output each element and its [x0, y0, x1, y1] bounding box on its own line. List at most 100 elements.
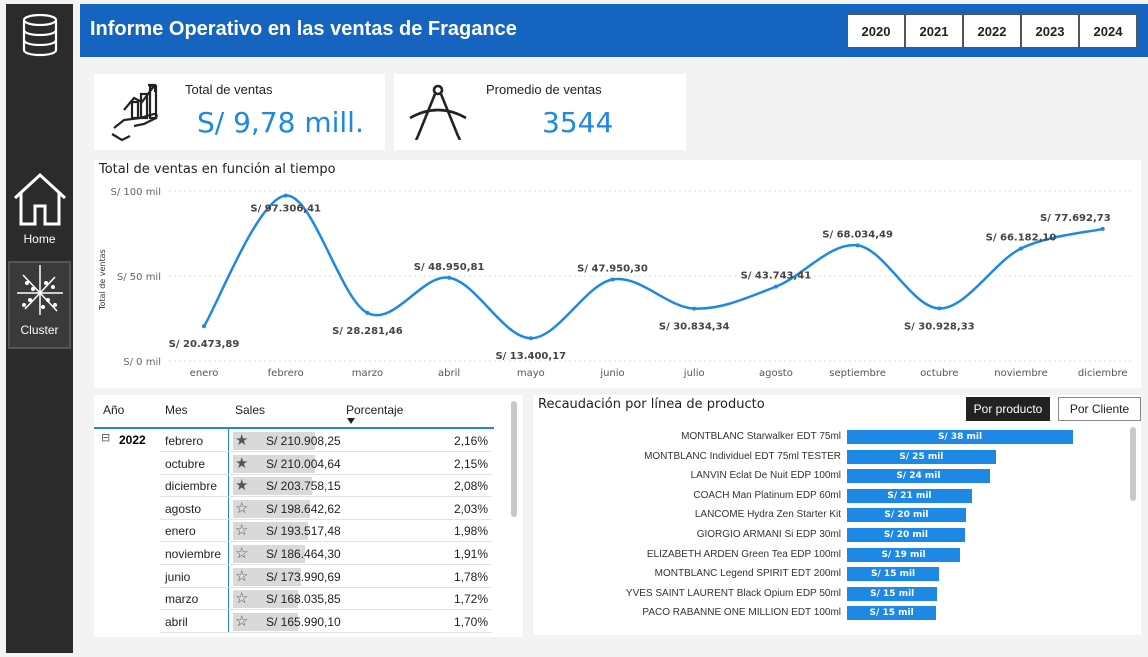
x-tick-label: noviembre	[994, 368, 1047, 379]
percentage-cell: 2,03%	[453, 501, 488, 516]
header-divider	[94, 427, 494, 429]
y-tick-label: S/ 0 mil	[123, 357, 161, 368]
page-title: Informe Operativo en las ventas de Fraga…	[90, 18, 517, 40]
x-tick-label: julio	[683, 368, 705, 379]
percentage-cell: 1,78%	[453, 569, 488, 584]
table-row[interactable]: marzo ☆ S/ 168.035,85 1,72%	[160, 588, 492, 611]
table-row[interactable]: diciembre ★ S/ 203.758,15 2,08%	[160, 475, 492, 498]
product-label: LANCOME Hydra Zen Starter Kit	[694, 509, 841, 521]
year-group-label: 2022	[119, 433, 146, 447]
sales-cell: S/ 210.908,25	[266, 434, 341, 448]
data-point[interactable]	[447, 275, 452, 280]
year-button-2022[interactable]: 2022	[963, 14, 1021, 48]
table-row[interactable]: octubre ★ S/ 210.004,64 2,15%	[160, 453, 492, 475]
bar-chart-title: Recaudación por línea de producto	[538, 397, 765, 412]
x-tick-label: octubre	[920, 368, 958, 379]
y-tick-label: S/ 100 mil	[111, 187, 161, 198]
sales-cell: S/ 168.035,85	[266, 592, 341, 607]
data-point[interactable]	[855, 243, 860, 248]
sidebar-item-label: Cluster	[20, 323, 59, 337]
toggle-by-product-button[interactable]: Por producto	[966, 397, 1050, 421]
table-row[interactable]: agosto ☆ S/ 198.642,62 2,03%	[160, 498, 492, 520]
month-cell: diciembre	[165, 479, 218, 494]
data-point[interactable]	[773, 284, 778, 289]
star-rating-icon: ☆	[235, 522, 249, 540]
collapse-icon[interactable]: ⊟	[101, 431, 110, 444]
data-label: S/ 66.182,10	[986, 232, 1057, 243]
data-label: S/ 30.928,33	[904, 321, 975, 332]
column-header-year[interactable]: Año	[103, 403, 124, 417]
month-cell: abril	[165, 614, 188, 629]
bar-chart-scrollbar[interactable]	[1130, 427, 1136, 501]
sidebar-item-label: Home	[23, 232, 56, 246]
product-label: MONTBLANC Individuel EDT 75ml TESTER	[644, 450, 841, 462]
table-row[interactable]: junio ☆ S/ 173.990,69 1,78%	[160, 566, 492, 588]
sales-line-chart[interactable]: Total de ventas S/ 100 mil S/ 50 mil S/ …	[94, 160, 1141, 388]
column-header-month[interactable]: Mes	[165, 403, 188, 417]
product-bar[interactable]: S/ 25 mil	[847, 449, 996, 464]
star-rating-icon: ★	[235, 477, 249, 495]
data-point[interactable]	[365, 310, 370, 315]
month-cell: agosto	[165, 501, 202, 516]
data-label: S/ 77.692,73	[1040, 213, 1111, 224]
year-button-2023[interactable]: 2023	[1021, 14, 1079, 48]
product-bar[interactable]: S/ 21 mil	[847, 488, 972, 503]
year-slicer: 2020 2021 2022 2023 2024	[847, 14, 1137, 48]
sidebar: Home Cluster	[6, 4, 73, 653]
product-bar[interactable]: S/ 24 mil	[847, 469, 990, 484]
column-header-percentage[interactable]: Porcentaje	[346, 403, 403, 417]
data-point[interactable]	[610, 277, 615, 282]
sort-descending-icon[interactable]	[347, 418, 355, 424]
compass-icon	[409, 84, 467, 140]
star-rating-icon: ☆	[235, 612, 249, 630]
column-header-sales[interactable]: Sales	[235, 403, 265, 417]
data-point[interactable]	[692, 306, 697, 311]
product-bar[interactable]: S/ 38 mil	[847, 430, 1073, 444]
home-icon	[13, 172, 66, 226]
data-label: S/ 97.306,41	[250, 204, 321, 215]
month-cell: octubre	[165, 456, 206, 471]
y-tick-label: S/ 50 mil	[117, 272, 161, 283]
data-point[interactable]	[1100, 226, 1105, 231]
product-bar[interactable]: S/ 15 mil	[847, 586, 938, 601]
x-tick-label: mayo	[517, 368, 545, 379]
product-label: MONTBLANC Starwalker EDT 75ml	[681, 431, 841, 442]
page-header: Informe Operativo en las ventas de Fraga…	[80, 4, 1148, 57]
product-bar[interactable]: S/ 19 mil	[847, 547, 960, 562]
data-point[interactable]	[937, 306, 942, 311]
cluster-icon	[16, 265, 63, 315]
month-cell: febrero	[165, 434, 204, 448]
product-bar[interactable]: S/ 15 mil	[847, 567, 940, 582]
percentage-cell: 1,72%	[453, 592, 488, 607]
table-row[interactable]: abril ☆ S/ 165.990,10 1,70%	[160, 611, 492, 633]
data-point[interactable]	[202, 324, 206, 329]
percentage-cell: 2,15%	[453, 456, 488, 471]
product-bar[interactable]: S/ 20 mil	[847, 508, 966, 523]
monthly-sales-table: Año Mes Sales Porcentaje ⊟ 2022 febrero ★…	[94, 395, 523, 637]
data-point[interactable]	[283, 193, 288, 198]
sales-cell: S/ 203.758,15	[266, 479, 341, 494]
data-point[interactable]	[1019, 246, 1023, 251]
kpi-total-label: Total de ventas	[185, 82, 273, 97]
sidebar-item-cluster[interactable]: Cluster	[8, 261, 71, 349]
product-bar[interactable]: S/ 15 mil	[847, 606, 937, 621]
table-row[interactable]: enero ☆ S/ 193.517,48 1,98%	[160, 520, 492, 543]
data-label: S/ 28.281,46	[332, 326, 403, 337]
data-label: S/ 68.034,49	[822, 229, 893, 240]
data-point[interactable]	[528, 336, 533, 341]
year-button-2024[interactable]: 2024	[1079, 14, 1137, 48]
year-button-2020[interactable]: 2020	[847, 14, 905, 48]
kpi-total-value: S/ 9,78 mill.	[197, 106, 364, 139]
x-tick-label: marzo	[352, 368, 383, 379]
toggle-by-client-button[interactable]: Por Cliente	[1058, 397, 1141, 421]
sidebar-item-home[interactable]: Home	[8, 170, 71, 258]
table-scrollbar[interactable]	[511, 401, 517, 517]
table-row[interactable]: febrero ★ S/ 210.908,25 2,16%	[160, 430, 492, 452]
y-axis-label: Total de ventas	[98, 249, 107, 311]
year-button-2021[interactable]: 2021	[905, 14, 963, 48]
product-bar[interactable]: S/ 20 mil	[847, 528, 965, 542]
sales-cell: S/ 173.990,69	[266, 569, 341, 584]
table-row[interactable]: noviembre ☆ S/ 186.464,30 1,91%	[160, 543, 492, 565]
sales-over-time-card: Total de ventas en función al tiempo Tot…	[94, 160, 1141, 388]
sales-cell: S/ 165.990,10	[266, 614, 341, 629]
